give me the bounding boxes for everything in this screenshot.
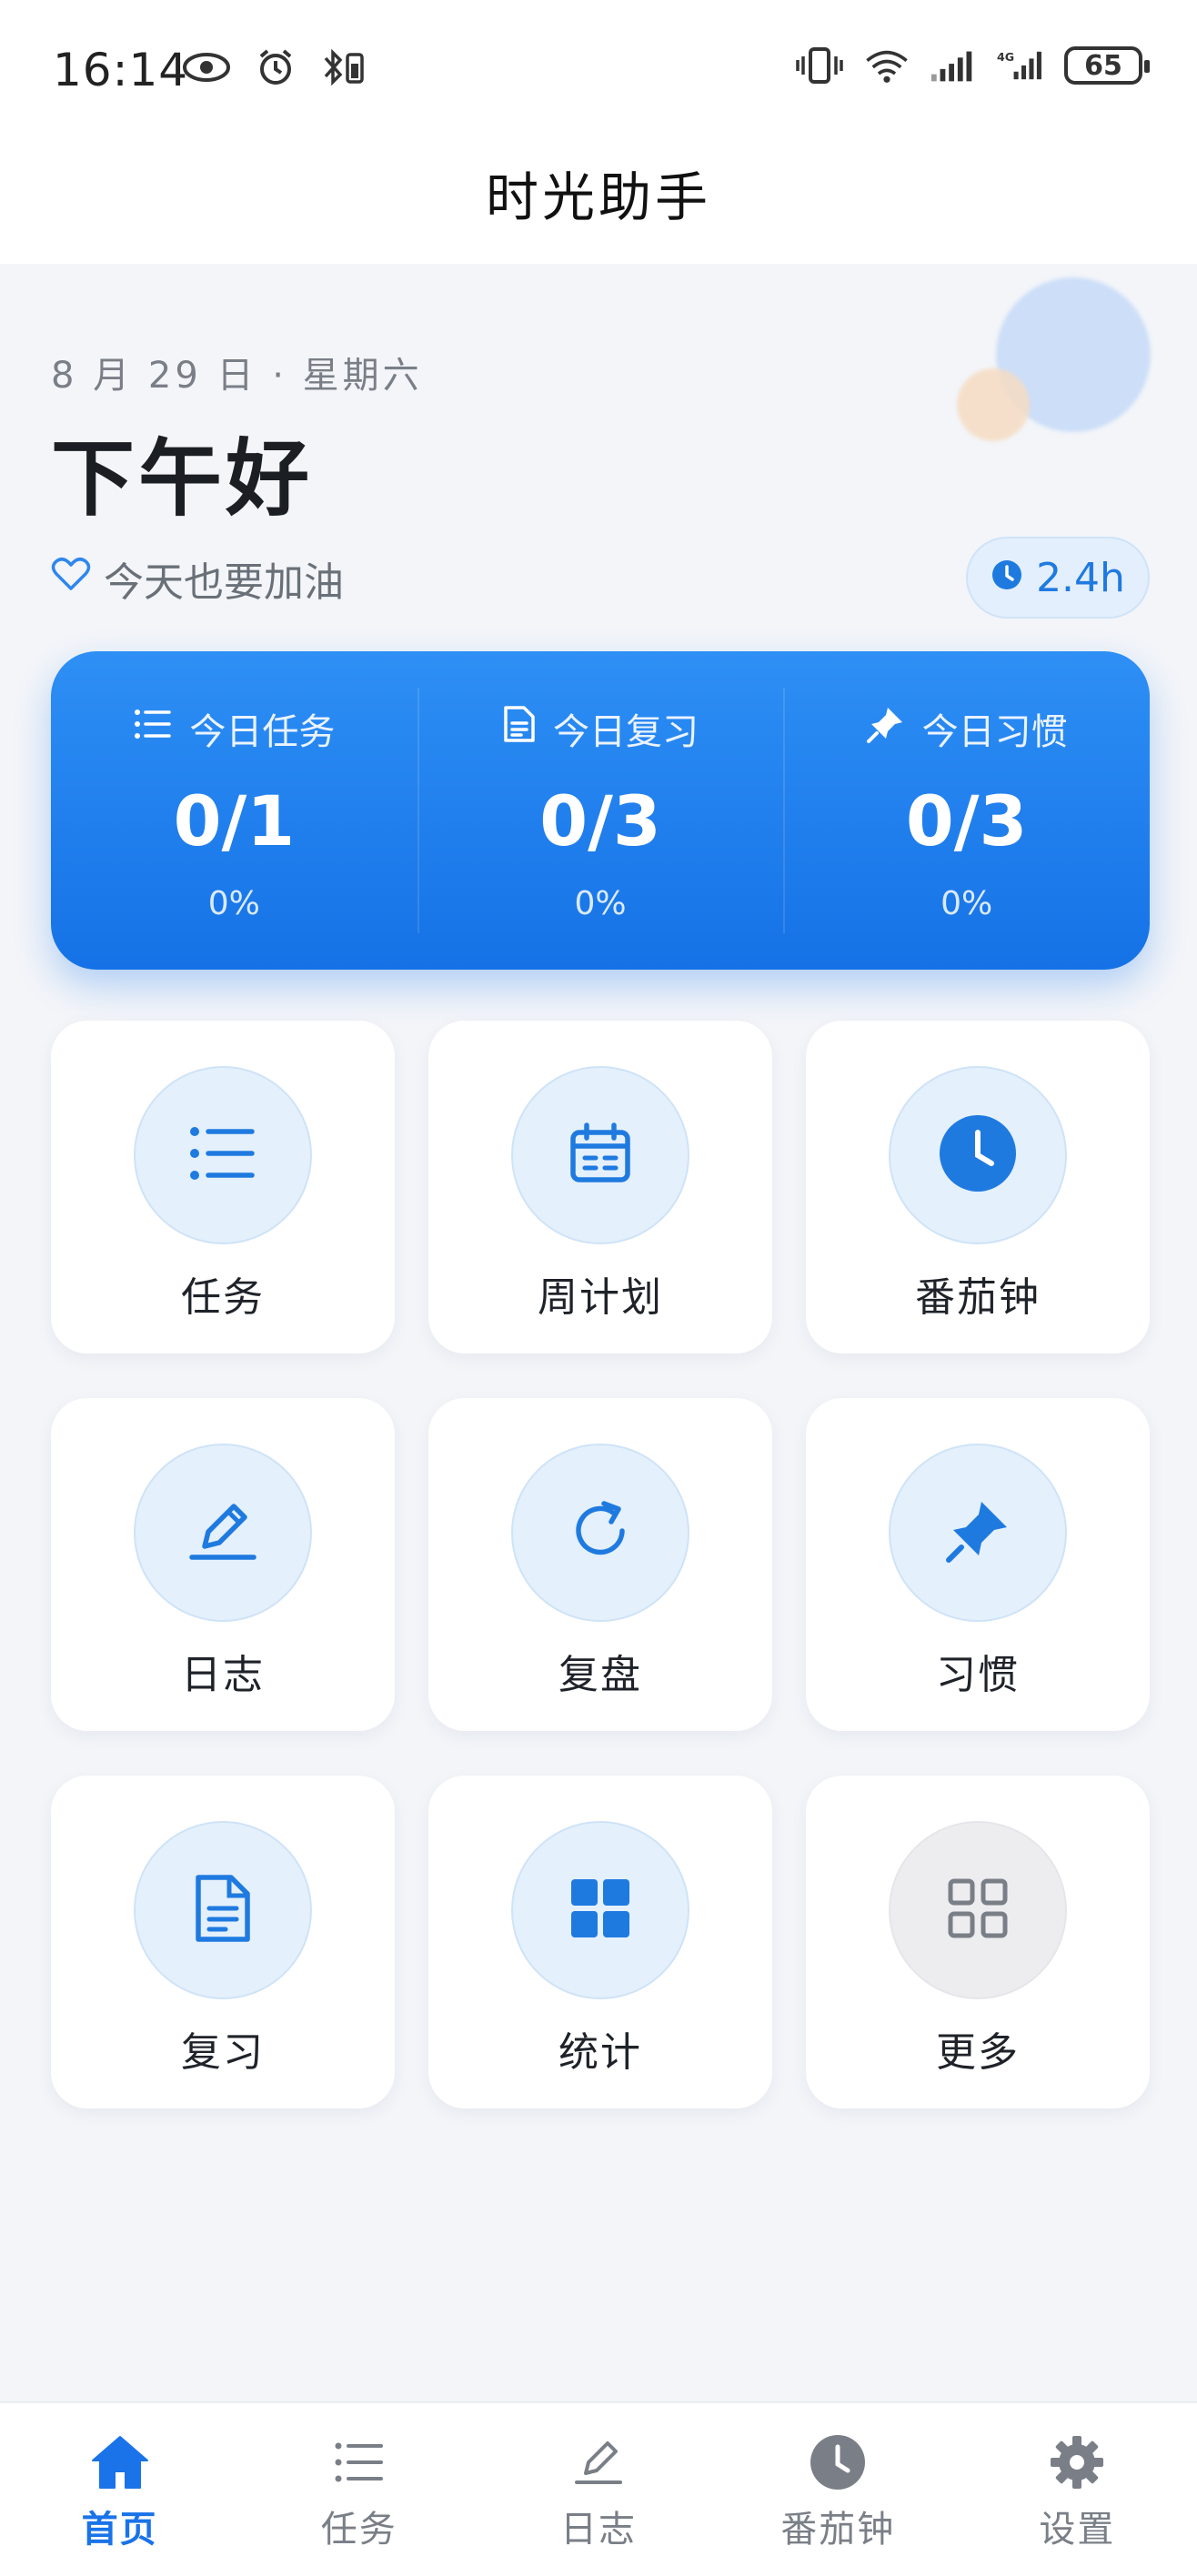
tile-label: 番茄钟 [915,1274,1041,1321]
tile-label: 日志 [181,1652,265,1698]
tile-tasks[interactable]: 任务 [51,1021,395,1353]
cheer-line: 今天也要加油 [51,549,344,608]
tile-weekly-plan[interactable]: 周计划 [428,1021,772,1353]
document-icon [502,705,537,752]
home-icon [91,2430,149,2494]
tile-label: 复习 [181,2029,265,2076]
date-text: 8 月 29 日 · 星期六 [51,355,423,397]
tile-label: 任务 [181,1274,265,1321]
clock-icon [991,555,1023,601]
bluetooth-battery-icon [320,47,369,87]
apps-icon [947,1877,1009,1943]
list-icon [188,1123,257,1187]
list-icon [334,2430,385,2494]
status-left-icons [182,47,369,87]
status-time: 16:14 [53,44,189,96]
tile-label: 更多 [936,2029,1020,2076]
nav-home[interactable]: 首页 [0,2403,239,2576]
app-title: 时光助手 [485,166,711,228]
eye-icon [182,47,231,87]
tile-habits[interactable]: 习惯 [806,1398,1150,1731]
tile-label: 复盘 [558,1652,642,1698]
tile-retrospective[interactable]: 复盘 [428,1398,772,1731]
tile-journal[interactable]: 日志 [51,1398,395,1731]
pin-icon [866,704,906,753]
tile-label: 周计划 [538,1274,663,1321]
nav-settings[interactable]: 设置 [958,2403,1197,2576]
summary-percent: 0% [207,885,260,922]
heart-icon [51,556,91,602]
greeting-text: 下午好 [51,430,314,528]
status-right-icons: 4G 65 [795,45,1150,86]
summary-habits[interactable]: 今日习惯 0/3 0% [783,651,1150,970]
nav-tasks[interactable]: 任务 [239,2403,478,2576]
vibrate-icon [795,45,844,86]
nav-label: 番茄钟 [780,2509,896,2551]
calendar-icon [568,1122,632,1189]
wifi-icon [862,45,911,86]
battery-indicator: 65 [1064,46,1150,85]
clock-icon [810,2430,866,2494]
tile-review[interactable]: 复习 [51,1776,395,2108]
summary-percent: 0% [940,885,993,922]
decorative-blob [957,368,1030,441]
summary-reviews[interactable]: 今日复习 0/3 0% [417,651,784,970]
alarm-icon [251,47,300,87]
grid-icon [569,1877,631,1943]
hours-value: 2.4h [1036,554,1125,601]
nav-pomodoro[interactable]: 番茄钟 [719,2403,958,2576]
tile-statistics[interactable]: 统计 [428,1776,772,2108]
summary-label: 今日习惯 [921,711,1068,753]
nav-journal[interactable]: 日志 [478,2403,718,2576]
clock-icon [939,1114,1017,1196]
focus-hours-badge[interactable]: 2.4h [966,537,1150,619]
tile-pomodoro[interactable]: 番茄钟 [806,1021,1150,1353]
tile-label: 统计 [558,2029,642,2076]
summary-value: 0/3 [539,780,661,861]
signal-icon [930,45,979,86]
document-icon [193,1874,253,1947]
tile-label: 习惯 [936,1652,1020,1698]
pencil-icon [188,1499,257,1566]
nav-label: 任务 [320,2509,397,2551]
cheer-text: 今天也要加油 [104,559,344,606]
status-bar: 16:14 4G 65 [0,0,1197,136]
summary-value: 0/3 [905,780,1028,861]
nav-label: 日志 [560,2509,637,2551]
summary-label: 今日任务 [189,711,336,753]
gear-icon [1049,2430,1105,2494]
summary-value: 0/1 [173,780,296,861]
summary-tasks[interactable]: 今日任务 0/1 0% [51,651,417,970]
signal-4g-icon: 4G [997,45,1046,86]
tile-more[interactable]: 更多 [806,1776,1150,2108]
bottom-nav: 首页 任务 日志 番茄钟 设置 [0,2401,1197,2576]
svg-text:4G: 4G [997,50,1014,64]
list-icon [133,706,173,751]
summary-label: 今日复习 [553,711,699,753]
summary-percent: 0% [574,885,627,922]
nav-label: 设置 [1039,2509,1116,2551]
pencil-icon [573,2430,624,2494]
pin-icon [943,1496,1012,1569]
today-summary-card: 今日任务 0/1 0% 今日复习 0/3 0% 今日习惯 0/3 0% [51,651,1150,970]
nav-label: 首页 [81,2509,158,2551]
refresh-icon [566,1496,635,1569]
